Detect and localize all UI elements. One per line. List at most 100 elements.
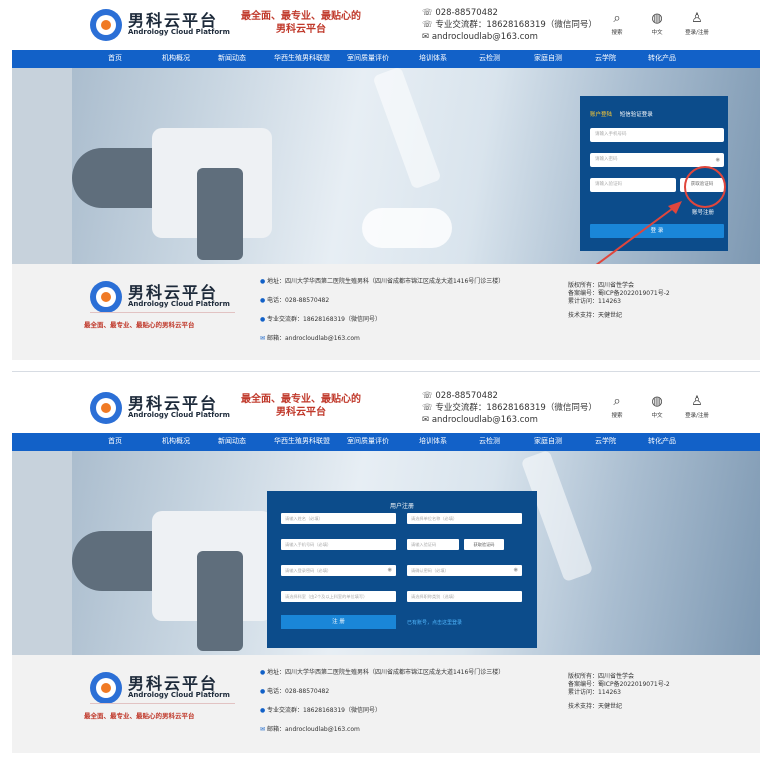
- contact-phone: ☏ 028-88570482: [422, 390, 597, 402]
- search-label: 搜索: [611, 413, 623, 419]
- phone-icon: ☏: [422, 391, 436, 401]
- password-placeholder: 请输入登录密码（必填）: [285, 568, 332, 573]
- title-category-select[interactable]: 请选择职称类别（选填）: [407, 591, 522, 602]
- register-screenshot: 男科云平台 Andrology Cloud Platform 最全面、最专业、最…: [12, 383, 760, 753]
- code-input[interactable]: 请输入验证码: [407, 539, 459, 550]
- footer-email-text: 邮箱：androcloudlab@163.com: [267, 335, 360, 342]
- eye-icon[interactable]: ◉: [388, 565, 392, 576]
- footer-logo-subtitle: Andrology Cloud Platform: [128, 300, 230, 308]
- nav-academy[interactable]: 云学院: [595, 436, 616, 446]
- language-button[interactable]: ◍ 中文: [642, 394, 672, 420]
- mail-dot-icon: ✉: [260, 335, 266, 342]
- footer-email: ✉ 邮箱：androcloudlab@163.com: [260, 329, 504, 348]
- site-footer: 男科云平台 Andrology Cloud Platform 最全面、最专业、最…: [12, 264, 760, 360]
- footer-email: ✉ 邮箱：androcloudlab@163.com: [260, 720, 504, 739]
- header-contact-2: ☏ 028-88570482 ☏ 专业交流群：18628168319（微信同号）…: [422, 390, 597, 426]
- footer-slogan: 最全面、最专业、最贴心的男科云平台: [84, 712, 195, 720]
- register-submit-button[interactable]: 注 册: [281, 615, 396, 629]
- header-tools-2: ⌕ 搜索 ◍ 中文 ♙ 登录/注册: [602, 395, 732, 425]
- footer-address-text: 地址：四川大学华西第二医院生殖男科（四川省成都市锦江区成龙大道1416号门诊三楼…: [267, 278, 505, 285]
- nav-home[interactable]: 首页: [108, 436, 122, 446]
- footer-visits: 累计访问：114263: [568, 689, 621, 696]
- email-text: androcloudlab@163.com: [431, 415, 538, 425]
- register-panel: 用户注册 请输入姓名（必填） 请选择单位名称（必填） 请输入手机号码（必填） 请…: [267, 491, 537, 648]
- footer-group-text: 专业交流群：18628168319（微信同号）: [267, 316, 381, 323]
- footer-icp[interactable]: 备案编号：蜀ICP备2022019071号-2: [568, 290, 670, 298]
- confirm-password-input[interactable]: 请确认密码（必填） ◉: [407, 565, 522, 576]
- footer-group: ● 专业交流群：18628168319（微信同号）: [260, 310, 504, 329]
- slogan-line-1: 最全面、最专业、最贴心的: [241, 394, 361, 405]
- login-register-button[interactable]: ♙ 登录/注册: [682, 394, 712, 420]
- language-label: 中文: [651, 413, 663, 419]
- footer-group-text: 专业交流群：18628168319（微信同号）: [267, 707, 381, 714]
- nav-cloud-test[interactable]: 云检测: [479, 436, 500, 446]
- hero-lab-bg: [12, 451, 72, 655]
- main-nav-2: 首页 机构概况 新闻动态 华西生殖男科联盟 室间质量评价 培训体系 云检测 家庭…: [12, 433, 760, 451]
- register-title: 用户注册: [389, 503, 414, 510]
- footer-support: 技术支持：天健世纪: [568, 703, 623, 710]
- footer-logo: 男科云平台 Andrology Cloud Platform: [90, 671, 230, 707]
- footer-phone-text: 电话：028-88570482: [267, 297, 330, 304]
- footer-visits: 累计访问：114263: [568, 298, 621, 305]
- site-footer-2: 男科云平台 Andrology Cloud Platform 最全面、最专业、最…: [12, 655, 760, 753]
- site-header-2: 男科云平台 Andrology Cloud Platform 最全面、最专业、最…: [12, 383, 760, 433]
- footer-group: ● 专业交流群：18628168319（微信同号）: [260, 701, 504, 720]
- group-dot-icon: ●: [260, 316, 266, 323]
- footer-divider: [90, 312, 235, 313]
- footer-legal: 版权所有：四川省性学会 备案编号：蜀ICP备2022019071号-2 累计访问…: [568, 282, 670, 320]
- phone-input[interactable]: 请输入手机号码（必填）: [281, 539, 396, 550]
- nav-training[interactable]: 培训体系: [419, 436, 447, 446]
- footer-address: ● 地址：四川大学华西第二医院生殖男科（四川省成都市锦江区成龙大道1416号门诊三…: [260, 272, 504, 291]
- footer-email-text: 邮箱：androcloudlab@163.com: [267, 726, 360, 733]
- contact-email: ✉ androcloudlab@163.com: [422, 414, 597, 426]
- login-screenshot: 男科云平台 Andrology Cloud Platform 最全面、最专业、最…: [12, 0, 760, 360]
- search-icon: ⌕: [613, 394, 621, 409]
- footer-copyright: 版权所有：四川省性学会: [568, 282, 635, 289]
- nav-home-test[interactable]: 家庭自测: [534, 436, 562, 446]
- mail-dot-icon: ✉: [260, 726, 266, 733]
- nav-alliance[interactable]: 华西生殖男科联盟: [274, 436, 330, 446]
- header-slogan-2: 最全面、最专业、最贴心的 男科云平台: [236, 393, 366, 419]
- nav-news[interactable]: 新闻动态: [218, 436, 246, 446]
- footer-support: 技术支持：天健世纪: [568, 312, 623, 319]
- footer-address: ● 地址：四川大学华西第二医院生殖男科（四川省成都市锦江区成龙大道1416号门诊三…: [260, 663, 504, 682]
- site-logo-2[interactable]: 男科云平台 Andrology Cloud Platform: [90, 391, 230, 427]
- footer-contact-info: ● 地址：四川大学华西第二医院生殖男科（四川省成都市锦江区成龙大道1416号门诊三…: [260, 272, 504, 348]
- department-select[interactable]: 请选择科室（由2个及以上科室的单位填写）: [281, 591, 396, 602]
- contact-group: ☏ 专业交流群：18628168319（微信同号）: [422, 402, 597, 414]
- name-input[interactable]: 请输入姓名（必填）: [281, 513, 396, 524]
- footer-logo-subtitle: Andrology Cloud Platform: [128, 691, 230, 699]
- footer-address-text: 地址：四川大学华西第二医院生殖男科（四川省成都市锦江区成龙大道1416号门诊三楼…: [267, 669, 505, 676]
- nav-quality[interactable]: 室间质量评价: [347, 436, 389, 446]
- footer-contact-info: ● 地址：四川大学华西第二医院生殖男科（四川省成都市锦江区成龙大道1416号门诊三…: [260, 663, 504, 739]
- phone-text: 028-88570482: [435, 391, 498, 401]
- logo-mark-icon: [90, 392, 122, 424]
- eye-icon[interactable]: ◉: [514, 565, 518, 576]
- unit-select[interactable]: 请选择单位名称（必填）: [407, 513, 522, 524]
- user-icon: ♙: [691, 394, 703, 409]
- group-text: 专业交流群：18628168319（微信同号）: [435, 403, 597, 413]
- globe-icon: ◍: [651, 394, 663, 409]
- nav-products[interactable]: 转化产品: [648, 436, 676, 446]
- mail-icon: ✉: [422, 415, 432, 425]
- footer-phone: ● 电话：028-88570482: [260, 682, 504, 701]
- hero-objective: [197, 551, 243, 651]
- arrow-head: [668, 201, 682, 214]
- footer-icp[interactable]: 备案编号：蜀ICP备2022019071号-2: [568, 681, 670, 689]
- login-register-label: 登录/注册: [685, 413, 709, 419]
- footer-slogan: 最全面、最专业、最贴心的男科云平台: [84, 321, 195, 329]
- footer-copyright: 版权所有：四川省性学会: [568, 673, 635, 680]
- login-link[interactable]: 已有账号，点击这里登录: [407, 619, 462, 626]
- location-icon: ●: [260, 669, 266, 676]
- group-dot-icon: ●: [260, 707, 266, 714]
- chat-icon: ☏: [422, 403, 436, 413]
- nav-about[interactable]: 机构概况: [162, 436, 190, 446]
- slogan-line-2: 男科云平台: [276, 407, 326, 418]
- footer-divider: [90, 703, 235, 704]
- password-input[interactable]: 请输入登录密码（必填） ◉: [281, 565, 396, 576]
- register-get-code-button[interactable]: 获取验证码: [464, 539, 504, 550]
- footer-logo-mark-icon: [90, 672, 122, 704]
- search-button[interactable]: ⌕ 搜索: [602, 394, 632, 420]
- screenshot-divider: [12, 371, 760, 372]
- phone-dot-icon: ●: [260, 688, 266, 695]
